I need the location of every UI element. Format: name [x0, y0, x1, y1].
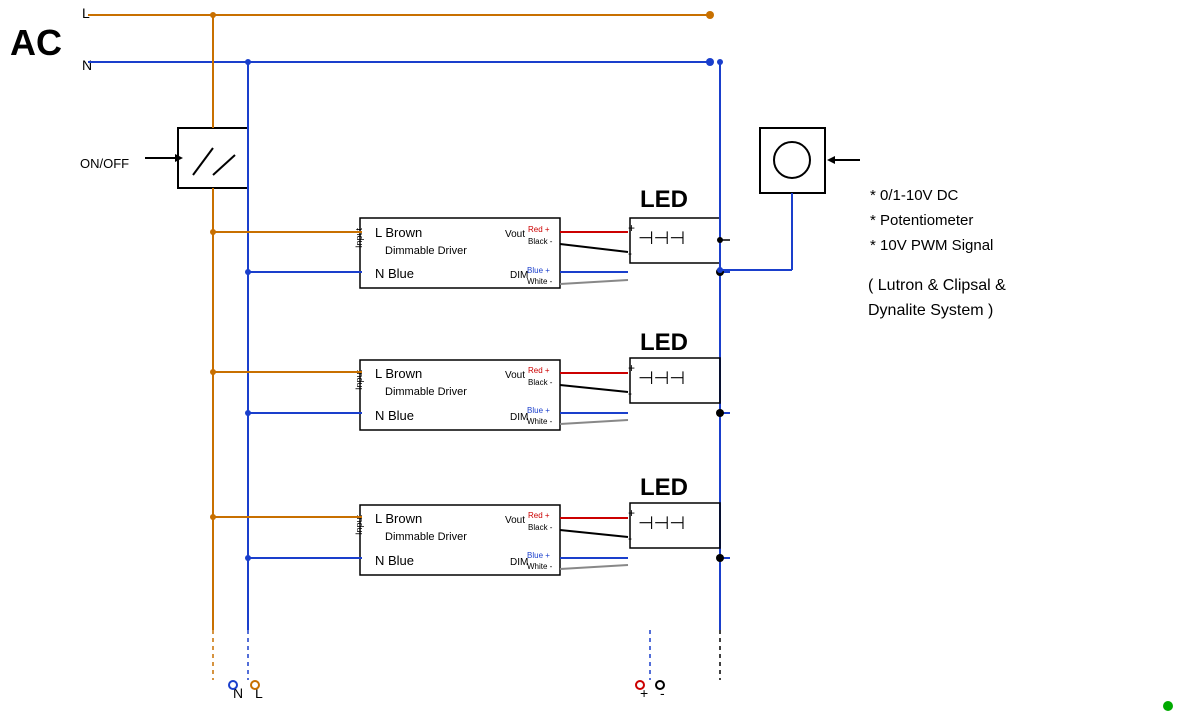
- driver3-blue-plus: Blue +: [527, 551, 550, 560]
- note1: * 0/1-10V DC: [870, 187, 959, 204]
- led3-plus: +: [628, 506, 635, 520]
- potentiometer-circle: [774, 142, 810, 178]
- led1-label: LED: [640, 186, 688, 213]
- note5: Dynalite System ): [868, 302, 993, 319]
- n-junction-d1: [245, 269, 251, 275]
- dot-right-d3: [716, 554, 724, 562]
- l-junction-d3: [210, 514, 216, 520]
- l-junction1: [210, 12, 216, 18]
- driver2-vout: Vout: [505, 370, 525, 381]
- white-to-led3: [560, 565, 628, 569]
- n-end-dot: [706, 58, 714, 66]
- driver1-blue-plus: Blue +: [527, 266, 550, 275]
- pot-arrow-head: [827, 156, 835, 164]
- led1-right-dot: [717, 237, 723, 243]
- switch-box: [178, 128, 248, 188]
- right-blue-top-dot: [717, 59, 723, 65]
- driver2-blue-plus: Blue +: [527, 406, 550, 415]
- driver1-label: Dimmable Driver: [385, 245, 467, 257]
- driver1-black-minus: Black -: [528, 237, 553, 246]
- dot-right-d2: [716, 409, 724, 417]
- driver1-vout: Vout: [505, 229, 525, 240]
- black-to-led3: [560, 530, 628, 537]
- n-junction-d3: [245, 555, 251, 561]
- l-junction-d2: [210, 369, 216, 375]
- driver2-black-minus: Black -: [528, 378, 553, 387]
- driver3-vout: Vout: [505, 515, 525, 526]
- led1-symbol: ⊣⊣⊣: [638, 228, 685, 248]
- driver1-n-blue: N Blue: [375, 266, 414, 281]
- l-end-dot: [706, 11, 714, 19]
- l-line-label: L: [82, 5, 90, 21]
- n-junction1: [245, 59, 251, 65]
- dot-blue-pot: [717, 267, 723, 273]
- led2-symbol: ⊣⊣⊣: [638, 368, 685, 388]
- ac-label: AC: [10, 22, 62, 63]
- led3-label: LED: [640, 474, 688, 501]
- white-to-led2: [560, 420, 628, 424]
- note2: * Potentiometer: [870, 212, 973, 229]
- driver3-label: Dimmable Driver: [385, 531, 467, 543]
- driver3-n-blue: N Blue: [375, 553, 414, 568]
- driver2-dim: DIM: [510, 412, 528, 423]
- black-to-led2: [560, 385, 628, 392]
- driver1-input-label: Input: [354, 227, 364, 248]
- wiring-diagram: AC L N ON/OFF Input L Brown Dimmable Dri…: [0, 0, 1177, 713]
- note3: * 10V PWM Signal: [870, 237, 993, 254]
- driver2-white-minus: White -: [527, 417, 553, 426]
- driver2-n-blue: N Blue: [375, 408, 414, 423]
- bottom-n-label: N: [233, 685, 243, 701]
- led2-minus: -: [628, 386, 632, 400]
- driver1-dim: DIM: [510, 270, 528, 281]
- n-line-label: N: [82, 57, 92, 73]
- driver3-black-minus: Black -: [528, 523, 553, 532]
- led3-minus: -: [628, 531, 632, 545]
- driver1-l-brown: L Brown: [375, 225, 422, 240]
- l-junction-d1: [210, 229, 216, 235]
- onoff-label: ON/OFF: [80, 156, 129, 171]
- note4: ( Lutron & Clipsal &: [868, 277, 1006, 294]
- led2-plus: +: [628, 361, 635, 375]
- driver3-white-minus: White -: [527, 562, 553, 571]
- potentiometer-box: [760, 128, 825, 193]
- led2-label: LED: [640, 329, 688, 356]
- driver3-red-plus: Red +: [528, 511, 550, 520]
- driver2-label: Dimmable Driver: [385, 386, 467, 398]
- driver1-white-minus: White -: [527, 277, 553, 286]
- driver3-l-brown: L Brown: [375, 511, 422, 526]
- switch-line2: [213, 155, 235, 175]
- driver2-red-plus: Red +: [528, 366, 550, 375]
- driver1-red-plus: Red +: [528, 225, 550, 234]
- green-dot: [1163, 701, 1173, 711]
- n-junction-d2: [245, 410, 251, 416]
- led1-minus: -: [628, 246, 632, 260]
- switch-line: [193, 148, 213, 175]
- black-to-led1: [560, 244, 628, 252]
- driver3-dim: DIM: [510, 557, 528, 568]
- led1-plus: +: [628, 221, 635, 235]
- led3-symbol: ⊣⊣⊣: [638, 513, 685, 533]
- driver2-l-brown: L Brown: [375, 366, 422, 381]
- white-to-led1-dim: [560, 280, 628, 284]
